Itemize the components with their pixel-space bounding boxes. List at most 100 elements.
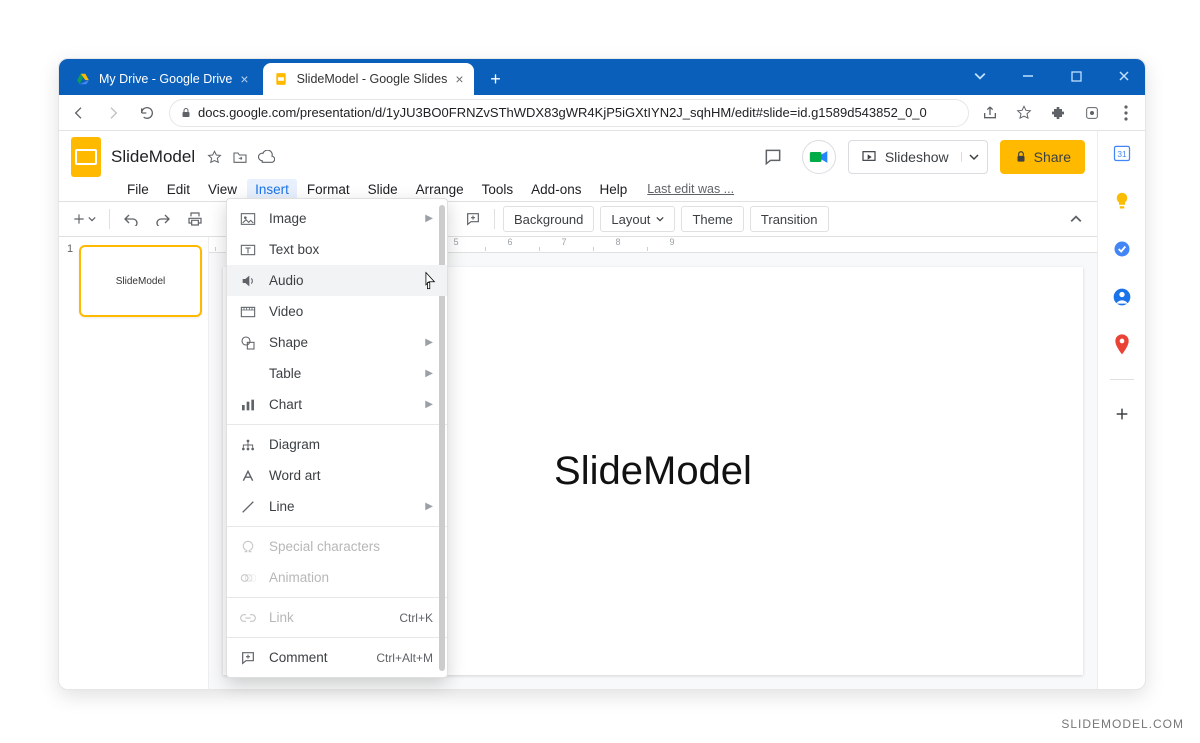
insert-word-art[interactable]: Word art: [227, 460, 447, 491]
insert-diagram[interactable]: Diagram: [227, 429, 447, 460]
undo-button[interactable]: [118, 206, 144, 232]
submenu-arrow-icon: ▶: [425, 213, 433, 224]
meet-button[interactable]: [802, 140, 836, 174]
nav-reload[interactable]: [135, 101, 159, 125]
account-icon[interactable]: [1081, 102, 1103, 124]
contacts-icon[interactable]: [1108, 283, 1136, 311]
menu-item-label: Special characters: [269, 539, 380, 554]
layout-button[interactable]: Layout: [600, 206, 675, 232]
theme-button[interactable]: Theme: [681, 206, 743, 232]
anim-icon: [239, 569, 257, 587]
menu-help[interactable]: Help: [591, 179, 635, 200]
video-icon: [239, 303, 257, 321]
share-button[interactable]: Share: [1000, 140, 1085, 174]
slides-app: SlideModel: [59, 131, 1097, 689]
insert-comment[interactable]: CommentCtrl+Alt+M: [227, 642, 447, 673]
chevron-down-icon[interactable]: [965, 61, 995, 91]
background-button[interactable]: Background: [503, 206, 594, 232]
insert-link: Link Ctrl+K: [227, 602, 447, 633]
menu-file[interactable]: File: [119, 179, 157, 200]
keyboard-shortcut: Ctrl+K: [399, 611, 433, 625]
menubar: File Edit View Insert Format Slide Arran…: [59, 177, 1097, 201]
last-edit-link[interactable]: Last edit was ...: [647, 182, 734, 196]
menu-item-label: Table: [269, 366, 301, 381]
svg-text:31: 31: [1117, 149, 1127, 159]
add-comment-icon[interactable]: [460, 206, 486, 232]
insert-line[interactable]: Line▶: [227, 491, 447, 522]
slides-icon: [273, 71, 289, 87]
menu-addons[interactable]: Add-ons: [523, 179, 589, 200]
extensions-icon[interactable]: [1047, 102, 1069, 124]
slideshow-button[interactable]: Slideshow: [848, 140, 988, 174]
insert-text-box[interactable]: Text box: [227, 234, 447, 265]
tab-drive[interactable]: My Drive - Google Drive ×: [65, 63, 259, 95]
comments-history-button[interactable]: [756, 140, 790, 174]
menu-insert[interactable]: Insert: [247, 179, 297, 200]
insert-menu-dropdown: Image▶Text boxAudioVideoShape▶Table▶Char…: [226, 198, 448, 678]
tab-close[interactable]: ×: [455, 71, 463, 87]
window-controls: [965, 61, 1139, 91]
keyboard-shortcut: Ctrl+Alt+M: [376, 651, 433, 665]
menu-item-label: Word art: [269, 468, 321, 483]
submenu-arrow-icon: ▶: [425, 399, 433, 410]
cloud-status-icon[interactable]: [257, 148, 275, 166]
lock-icon: [1014, 150, 1028, 164]
menu-item-label: Link: [269, 610, 294, 625]
new-tab-button[interactable]: +: [482, 65, 510, 93]
insert-chart[interactable]: Chart ▶: [227, 389, 447, 420]
menu-item-label: Video: [269, 304, 303, 319]
maps-icon[interactable]: [1108, 331, 1136, 359]
wordart-icon: [239, 467, 257, 485]
star-icon[interactable]: [205, 148, 223, 166]
menu-slide[interactable]: Slide: [360, 179, 406, 200]
collapse-toolbar-button[interactable]: [1063, 206, 1089, 232]
menu-view[interactable]: View: [200, 179, 245, 200]
menu-item-label: Image: [269, 211, 307, 226]
slide-text: SlideModel: [554, 449, 752, 494]
share-url-icon[interactable]: [979, 102, 1001, 124]
window-close[interactable]: [1109, 61, 1139, 91]
insert-table[interactable]: Table▶: [227, 358, 447, 389]
nav-back[interactable]: [67, 101, 91, 125]
comment-icon: [239, 649, 257, 667]
google-side-panel: 31: [1097, 131, 1145, 689]
image-icon: [239, 210, 257, 228]
browser-titlebar: My Drive - Google Drive × SlideModel - G…: [59, 59, 1145, 95]
slides-logo-icon[interactable]: [71, 137, 101, 177]
keep-icon[interactable]: [1108, 187, 1136, 215]
insert-image[interactable]: Image ▶: [227, 203, 447, 234]
menu-item-label: Chart: [269, 397, 302, 412]
address-input[interactable]: docs.google.com/presentation/d/1yJU3BO0F…: [169, 99, 969, 127]
print-button[interactable]: [182, 206, 208, 232]
nav-forward[interactable]: [101, 101, 125, 125]
calendar-icon[interactable]: 31: [1108, 139, 1136, 167]
move-folder-icon[interactable]: [231, 148, 249, 166]
window-maximize[interactable]: [1061, 61, 1091, 91]
window-minimize[interactable]: [1013, 61, 1043, 91]
tasks-icon[interactable]: [1108, 235, 1136, 263]
insert-video[interactable]: Video: [227, 296, 447, 327]
transition-button[interactable]: Transition: [750, 206, 829, 232]
doc-title[interactable]: SlideModel: [111, 147, 195, 167]
menu-edit[interactable]: Edit: [159, 179, 198, 200]
watermark: SLIDEMODEL.COM: [1061, 717, 1184, 731]
menu-item-label: Line: [269, 499, 295, 514]
browser-menu-icon[interactable]: [1115, 102, 1137, 124]
menu-arrange[interactable]: Arrange: [408, 179, 472, 200]
redo-button[interactable]: [150, 206, 176, 232]
doc-title-area: SlideModel: [111, 147, 275, 167]
new-slide-button[interactable]: [67, 206, 101, 232]
insert-shape[interactable]: Shape▶: [227, 327, 447, 358]
add-panel-icon[interactable]: [1108, 400, 1136, 428]
filmstrip[interactable]: 1 SlideModel: [59, 237, 209, 689]
menu-format[interactable]: Format: [299, 179, 358, 200]
tab-slides[interactable]: SlideModel - Google Slides ×: [263, 63, 474, 95]
cursor-icon: [421, 271, 437, 291]
drive-icon: [75, 71, 91, 87]
slide-thumbnail[interactable]: 1 SlideModel: [65, 245, 202, 317]
bookmark-star-icon[interactable]: [1013, 102, 1035, 124]
tab-close[interactable]: ×: [240, 71, 248, 87]
slideshow-dropdown[interactable]: [961, 152, 987, 162]
menu-tools[interactable]: Tools: [474, 179, 522, 200]
insert-audio[interactable]: Audio: [227, 265, 447, 296]
